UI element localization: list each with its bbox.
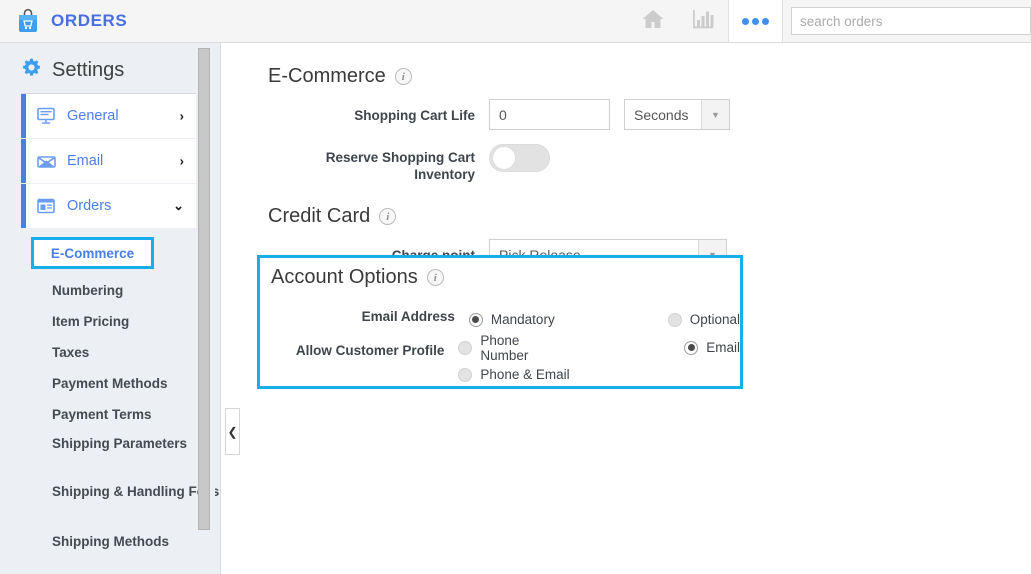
chevron-down-icon[interactable]: ▼ — [701, 100, 729, 129]
sidebar-collapse-button[interactable]: ❮ — [225, 408, 240, 455]
cart-life-unit-value: Seconds — [634, 106, 689, 123]
envelope-icon — [36, 152, 58, 170]
sidebar-item-payment-methods[interactable]: Payment Methods — [0, 368, 220, 399]
sidebar-item-label: General — [67, 108, 119, 124]
radio-icon[interactable] — [458, 340, 473, 355]
brand[interactable]: ORDERS — [0, 0, 127, 42]
gear-icon — [21, 57, 42, 83]
cart-life-unit-select[interactable]: Seconds ▼ — [624, 99, 730, 130]
field-row-reserve-inventory: Reserve Shopping Cart Inventory — [268, 141, 1031, 183]
search-container — [783, 0, 1031, 42]
account-options-panel: Account Options i Email Address Mandator… — [257, 255, 743, 389]
top-bar: ORDERS — [0, 0, 1031, 43]
info-icon[interactable]: i — [379, 208, 397, 225]
chevron-right-icon: › — [179, 153, 184, 169]
radio-label: Email — [706, 340, 740, 355]
sidebar-item-item-pricing[interactable]: Item Pricing — [0, 306, 220, 337]
radio-icon[interactable] — [667, 312, 682, 327]
field-label: Reserve Shopping Cart Inventory — [325, 150, 475, 182]
reports-button[interactable] — [678, 0, 728, 42]
info-icon[interactable]: i — [426, 269, 444, 286]
radio-option-email[interactable]: Email — [684, 340, 740, 355]
radio-option-optional[interactable]: Optional — [667, 312, 740, 327]
document-icon — [36, 197, 58, 215]
customer-profile-radio-group: Phone Number Email Phone & Email — [458, 333, 740, 388]
info-icon[interactable]: i — [394, 68, 412, 85]
reserve-inventory-toggle[interactable] — [489, 144, 550, 172]
radio-label: Phone Number — [480, 332, 529, 363]
field-row-shopping-cart-life: Shopping Cart Life Seconds ▼ — [268, 99, 1031, 130]
brand-title: ORDERS — [51, 11, 128, 30]
field-label: Email Address — [361, 309, 455, 324]
radio-label: Mandatory — [490, 312, 555, 327]
section-header-account-options: Account Options i — [260, 266, 740, 289]
more-menu-button[interactable] — [728, 0, 783, 42]
sidebar-item-orders[interactable]: Orders ⌄ — [21, 184, 196, 228]
radio-icon[interactable] — [458, 367, 473, 382]
three-dots-icon — [742, 17, 769, 25]
section-title: E-Commerce — [268, 65, 386, 87]
radio-label: Phone & Email — [480, 367, 570, 382]
field-row-email-address: Email Address Mandatory Optional — [260, 300, 740, 333]
bar-chart-icon — [690, 7, 716, 36]
field-label: Allow Customer Profile — [295, 343, 445, 358]
sidebar-item-taxes[interactable]: Taxes — [0, 337, 220, 368]
sidebar-item-email[interactable]: Email › — [21, 139, 196, 183]
sidebar-item-numbering[interactable]: Numbering — [0, 275, 220, 306]
sidebar-scrollbar-track[interactable] — [198, 43, 215, 535]
radio-option-phone-number[interactable]: Phone Number — [458, 333, 559, 363]
radio-option-mandatory[interactable]: Mandatory — [468, 312, 555, 327]
email-address-radio-group: Mandatory Optional — [468, 300, 740, 333]
field-label: Shopping Cart Life — [354, 108, 475, 123]
home-icon — [640, 7, 666, 36]
section-header-credit-card: Credit Card i — [268, 205, 1031, 228]
sidebar: Settings General › Email › Orders ⌄ E-Co… — [0, 43, 221, 574]
chevron-right-icon: › — [179, 108, 184, 124]
section-title: Account Options — [271, 266, 418, 288]
sidebar-header: Settings — [0, 43, 220, 93]
radio-icon[interactable] — [684, 340, 699, 355]
sidebar-item-e-commerce[interactable]: E-Commerce — [31, 237, 154, 269]
home-button[interactable] — [628, 0, 678, 42]
radio-label: Optional — [689, 312, 740, 327]
sidebar-sub-list: E-Commerce Numbering Item Pricing Taxes … — [0, 229, 220, 557]
monitor-icon — [36, 107, 58, 125]
sidebar-item-shipping-parameters[interactable]: Shipping Parameters — [0, 430, 220, 478]
toggle-knob — [492, 146, 516, 170]
shopping-cart-life-input[interactable] — [489, 99, 610, 130]
sidebar-item-label: Orders — [67, 198, 112, 214]
chevron-left-icon: ❮ — [227, 424, 238, 439]
section-header-ecommerce: E-Commerce i — [268, 65, 1031, 88]
sidebar-nav: General › Email › Orders ⌄ — [0, 94, 220, 228]
sidebar-item-payment-terms[interactable]: Payment Terms — [0, 399, 220, 430]
radio-option-phone-and-email[interactable]: Phone & Email — [458, 367, 570, 382]
chevron-down-icon: ⌄ — [173, 198, 184, 213]
search-input[interactable] — [791, 7, 1031, 35]
shopping-bag-icon — [16, 8, 40, 34]
main-content: E-Commerce i Shopping Cart Life Seconds … — [241, 43, 1031, 574]
sidebar-title: Settings — [52, 58, 125, 81]
sidebar-item-shipping-methods[interactable]: Shipping Methods — [0, 526, 220, 557]
sidebar-item-label: Email — [67, 153, 104, 169]
sidebar-item-general[interactable]: General › — [21, 94, 196, 138]
app-root: ORDERS search orders Settings General › … — [0, 0, 1031, 574]
field-row-allow-customer-profile: Allow Customer Profile Phone Number Emai… — [260, 333, 740, 388]
sidebar-item-shipping-handling-fees[interactable]: Shipping & Handling Fees — [0, 478, 220, 526]
section-title: Credit Card — [268, 205, 371, 227]
radio-icon[interactable] — [468, 312, 483, 327]
sidebar-scrollbar-thumb[interactable] — [198, 48, 210, 530]
